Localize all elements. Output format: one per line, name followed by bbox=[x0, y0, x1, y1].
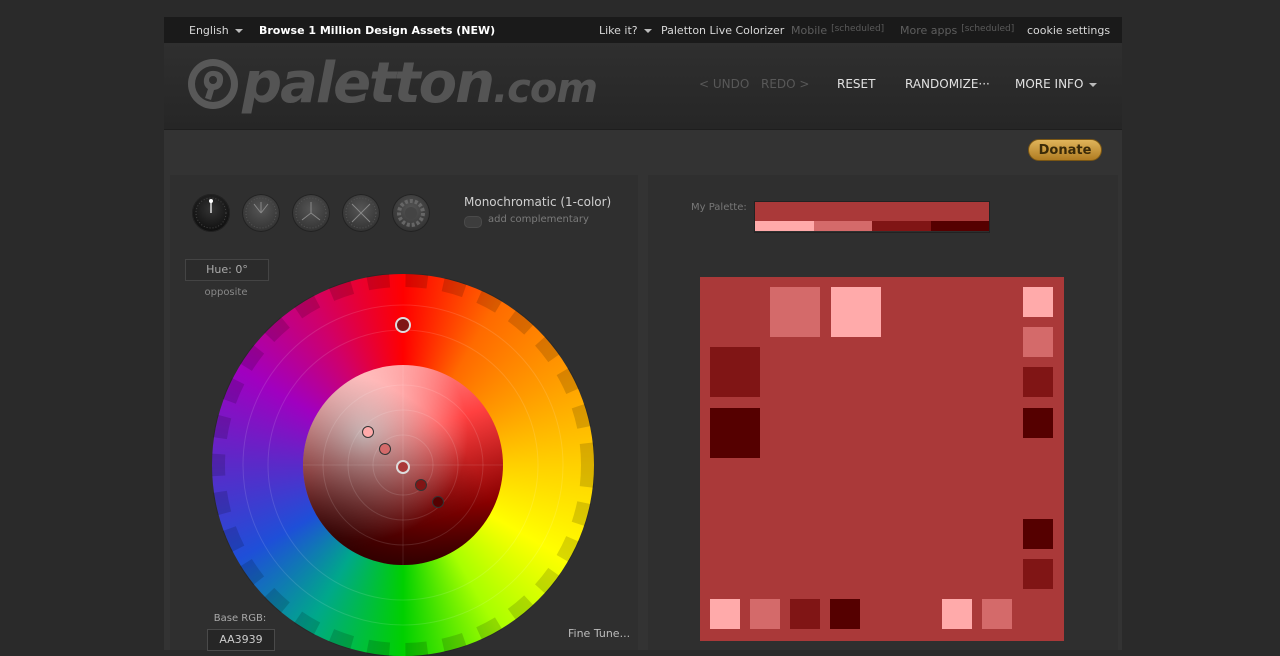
adjacent-scheme-icon bbox=[245, 197, 277, 229]
shade-point-light[interactable] bbox=[379, 443, 391, 455]
cookie-settings-link[interactable]: cookie settings bbox=[1027, 24, 1110, 37]
palette-shade-light bbox=[813, 221, 872, 231]
add-complementary-toggle[interactable] bbox=[464, 216, 482, 228]
preview-swatch-darkest bbox=[1023, 519, 1053, 549]
preview-swatch-dark bbox=[790, 599, 820, 629]
base-rgb-label: Base RGB: bbox=[213, 613, 267, 624]
main-content: Donate Monochromatic (1-color) add compl… bbox=[164, 130, 1122, 656]
more-apps-scheduled-tag: [scheduled] bbox=[961, 24, 1015, 34]
shade-point-dark[interactable] bbox=[415, 479, 427, 491]
palette-shade-darkest bbox=[930, 221, 989, 231]
preview-swatch-lightest bbox=[831, 287, 881, 337]
chevron-down-icon bbox=[643, 29, 652, 33]
more-info-menu[interactable]: MORE INFO bbox=[1015, 77, 1098, 91]
palette-shade-lightest bbox=[755, 221, 814, 231]
scheme-tetrad-knob[interactable] bbox=[342, 194, 380, 232]
reset-button[interactable]: RESET bbox=[837, 77, 875, 91]
donate-button[interactable]: Donate bbox=[1028, 139, 1102, 161]
scheme-name: Monochromatic (1-color) bbox=[464, 195, 612, 209]
shade-point-base[interactable] bbox=[396, 460, 410, 474]
top-bar: English Browse 1 Million Design Assets (… bbox=[164, 17, 1122, 43]
tetrad-scheme-icon bbox=[345, 197, 377, 229]
language-select[interactable]: English bbox=[189, 24, 243, 37]
like-it-label: Like it? bbox=[599, 24, 638, 37]
preview-swatch-light bbox=[770, 287, 820, 337]
language-label: English bbox=[189, 24, 229, 37]
my-palette-swatch[interactable] bbox=[754, 201, 990, 233]
more-apps-label: More apps bbox=[900, 24, 958, 37]
preview-panel: My Palette: bbox=[648, 175, 1118, 650]
chevron-down-icon bbox=[234, 29, 243, 33]
preview-swatch-light bbox=[750, 599, 780, 629]
preview-swatch-lightest bbox=[710, 599, 740, 629]
preview-swatch-light bbox=[1023, 327, 1053, 357]
palette-shade-dark bbox=[872, 221, 931, 231]
palette-base-swatch bbox=[755, 202, 989, 221]
preview-swatch-darkest bbox=[1023, 408, 1053, 438]
preview-swatch-light bbox=[982, 599, 1012, 629]
randomize-button[interactable]: RANDOMIZE··· bbox=[905, 77, 990, 91]
undo-button[interactable]: < UNDO bbox=[699, 77, 749, 91]
live-colorizer-link[interactable]: Paletton Live Colorizer bbox=[661, 24, 784, 37]
redo-button[interactable]: REDO > bbox=[761, 77, 809, 91]
chevron-down-icon bbox=[1089, 82, 1098, 87]
more-apps-link[interactable]: More apps [scheduled] bbox=[900, 24, 1014, 37]
like-it-menu[interactable]: Like it? bbox=[599, 24, 652, 37]
mobile-scheduled-tag: [scheduled] bbox=[831, 24, 885, 34]
preview-swatch-dark bbox=[1023, 367, 1053, 397]
preview-swatch-dark bbox=[1023, 559, 1053, 589]
my-palette-label: My Palette: bbox=[691, 202, 747, 213]
palette-preview bbox=[700, 277, 1064, 641]
scheme-adjacent-knob[interactable] bbox=[242, 194, 280, 232]
scheme-mono-knob[interactable] bbox=[192, 194, 230, 232]
add-complementary-label[interactable]: add complementary bbox=[488, 214, 589, 225]
gear-icon bbox=[397, 199, 425, 227]
color-wheel[interactable] bbox=[212, 274, 594, 656]
preview-swatch-lightest bbox=[942, 599, 972, 629]
mobile-label: Mobile bbox=[791, 24, 828, 37]
preview-swatch-dark bbox=[710, 347, 760, 397]
mobile-link[interactable]: Mobile [scheduled] bbox=[791, 24, 884, 37]
base-rgb-input[interactable]: AA3939 bbox=[207, 629, 275, 651]
shade-point-lightest[interactable] bbox=[362, 426, 374, 438]
hue-handle[interactable] bbox=[395, 317, 411, 333]
color-wheel-panel: Monochromatic (1-color) add complementar… bbox=[170, 175, 638, 656]
preview-swatch-darkest bbox=[830, 599, 860, 629]
header: paletton.com < UNDO REDO > RESET RANDOMI… bbox=[164, 43, 1122, 130]
page: English Browse 1 Million Design Assets (… bbox=[164, 17, 1122, 656]
logo-main: paletton bbox=[242, 51, 495, 116]
triad-scheme-icon bbox=[295, 197, 327, 229]
more-info-label: MORE INFO bbox=[1015, 77, 1084, 91]
mono-scheme-icon bbox=[195, 197, 227, 229]
logo-tld: .com bbox=[492, 66, 598, 112]
logo-wordmark[interactable]: paletton.com bbox=[242, 51, 598, 116]
scheme-free-knob[interactable] bbox=[392, 194, 430, 232]
shade-point-darkest[interactable] bbox=[432, 496, 444, 508]
scheme-triad-knob[interactable] bbox=[292, 194, 330, 232]
preview-swatch-darkest bbox=[710, 408, 760, 458]
preview-swatch-lightest bbox=[1023, 287, 1053, 317]
fine-tune-link[interactable]: Fine Tune... bbox=[568, 627, 630, 640]
browse-assets-link[interactable]: Browse 1 Million Design Assets (NEW) bbox=[259, 24, 495, 37]
paletton-logo-icon[interactable] bbox=[186, 57, 240, 111]
